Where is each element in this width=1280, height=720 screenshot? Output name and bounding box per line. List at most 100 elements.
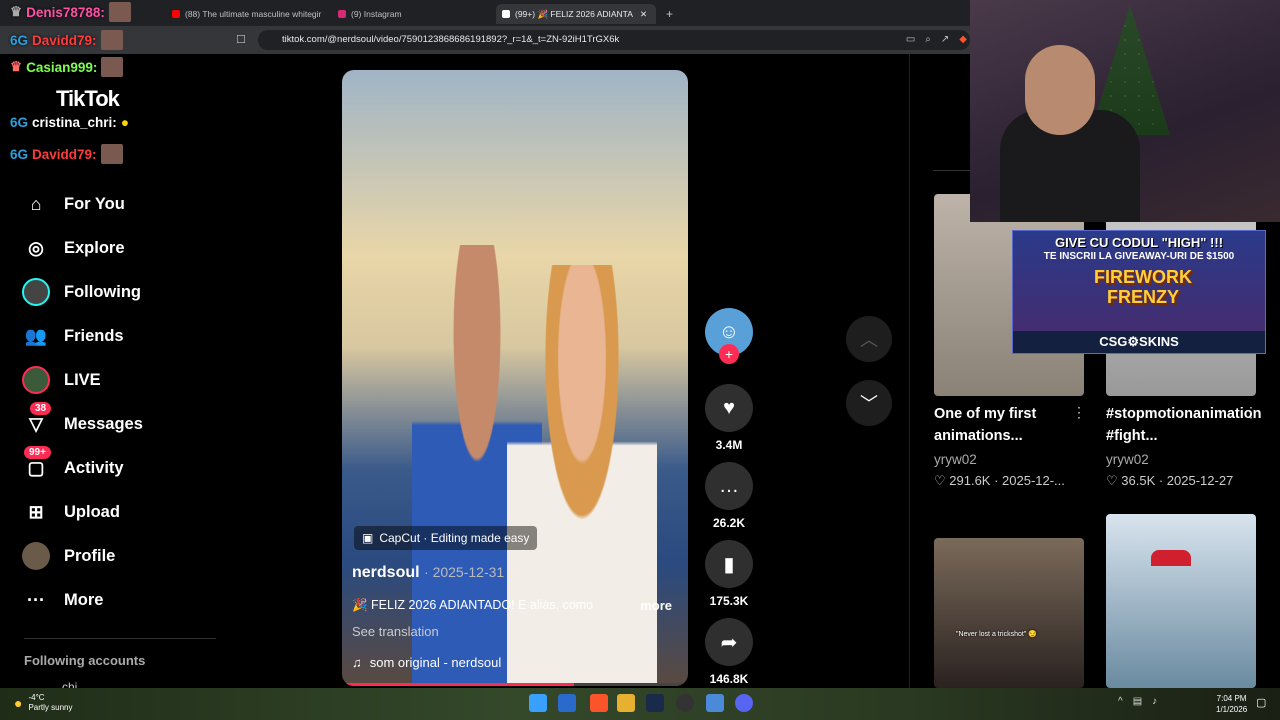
chevron-up-icon[interactable]: ^ <box>1118 696 1123 707</box>
new-tab-button[interactable]: + <box>660 4 679 24</box>
sidebar-item-more[interactable]: ··· More <box>22 586 103 614</box>
close-icon[interactable]: ✕ <box>640 9 647 20</box>
video-thumbnail[interactable]: "Never lost a trickshot" 😏 <box>934 538 1084 688</box>
promo-brand: CSG⚙SKINS <box>1013 331 1265 353</box>
network-icon[interactable]: ▤ <box>1133 696 1142 707</box>
sidebar-item-label: LIVE <box>64 370 101 389</box>
zoom-icon[interactable]: ⌕ <box>925 34 931 45</box>
sidebar-item-following[interactable]: Following <box>22 278 141 306</box>
weather-widget[interactable]: ● -4°C Partly sunny <box>14 693 73 713</box>
share-icon[interactable]: ↗ <box>941 34 949 45</box>
video-description: 🎉 FELIZ 2026 ADIANTADO! E aliás, como mor… <box>352 598 672 613</box>
video-player[interactable]: ▣ CapCut · Editing made easy nerdsoul · 2… <box>342 70 688 686</box>
chat-user: cristina_chri: <box>32 115 117 130</box>
sidebar-item-messages[interactable]: ▽ 38 Messages <box>22 402 143 438</box>
taskbar <box>0 688 1280 720</box>
chat-user: Casian999: <box>26 59 98 75</box>
sidebar-item-label: More <box>64 590 104 609</box>
temperature: -4°C <box>28 693 45 702</box>
tiktok-logo[interactable]: TikTok <box>56 86 120 112</box>
browser-tab-bar: (88) The ultimate masculine whitegir (9)… <box>0 0 975 26</box>
author-name: nerdsoul <box>352 564 420 581</box>
live-avatar <box>22 366 50 394</box>
chat-user: Davidd79: <box>32 146 97 162</box>
notification-icon[interactable]: ▢ <box>1256 696 1266 709</box>
tab-label: (99+) 🎉 FELIZ 2026 ADIANTADO <box>515 8 633 19</box>
chat-user: Denis78788: <box>26 4 105 20</box>
chevron-down-icon: ﹀ <box>860 394 878 414</box>
instagram-icon <box>338 10 346 18</box>
clock[interactable]: 7:04 PM 1/1/2026 <box>1216 693 1247 715</box>
sidebar-item-friends[interactable]: 👥 Friends <box>22 322 124 350</box>
sidebar-item-activity[interactable]: ▢ 99+ Activity <box>22 446 124 482</box>
share-button[interactable]: ➦ 146.8K <box>705 618 753 686</box>
tiktok-icon <box>502 10 510 18</box>
user-icon: ♛ <box>10 59 23 74</box>
video-author[interactable]: yryw02 <box>934 452 977 467</box>
video-thumbnail[interactable] <box>1106 514 1256 688</box>
upload-icon: ⊞ <box>28 501 44 522</box>
capcut-tag[interactable]: ▣ CapCut · Editing made easy <box>354 526 538 550</box>
video-author[interactable]: yryw02 <box>1106 452 1149 467</box>
sidebar-item-explore[interactable]: ◎ Explore <box>22 234 124 262</box>
more-options-icon[interactable]: ⋮ <box>1244 404 1258 421</box>
speaker-icon[interactable]: ♪ <box>1152 696 1157 707</box>
more-button[interactable]: more <box>640 598 672 613</box>
comment-icon: … <box>705 462 753 510</box>
tab-youtube[interactable]: (88) The ultimate masculine whitegir <box>166 4 326 24</box>
tab-tiktok[interactable]: (99+) 🎉 FELIZ 2026 ADIANTADO ✕ <box>496 4 656 24</box>
thumbnail-caption: "Never lost a trickshot" 😏 <box>956 631 1037 638</box>
chat-message: 6G Davidd79: <box>10 144 123 164</box>
author-avatar-button[interactable]: ☺ + <box>705 308 753 364</box>
more-options-icon[interactable]: ⋮ <box>1072 404 1086 421</box>
sidebar-item-label: Profile <box>64 546 116 565</box>
save-button[interactable]: ▮ 175.3K <box>705 540 753 608</box>
youtube-icon <box>172 10 180 18</box>
reader-icon[interactable]: ▭ <box>906 34 915 45</box>
notes-icon[interactable] <box>706 694 724 712</box>
friends-icon: 👥 <box>24 325 48 346</box>
video-title[interactable]: One of my first animations... <box>934 403 1084 447</box>
discord-icon[interactable] <box>735 694 753 712</box>
chat-message: 6G cristina_chri: ● <box>10 115 129 130</box>
chat-emote <box>100 144 123 164</box>
previous-video-button[interactable]: ︿ <box>846 316 892 362</box>
video-progress[interactable] <box>342 683 688 686</box>
weather-desc: Partly sunny <box>28 703 73 712</box>
chat-message: ♛ Denis78788: <box>10 2 131 22</box>
url-input[interactable]: tiktok.com/@nerdsoul/video/7590123868686… <box>258 30 970 50</box>
sidebar-item-live[interactable]: LIVE <box>22 366 101 394</box>
bookmark-icon[interactable]: ☐ <box>236 33 246 46</box>
following-accounts-title: Following accounts <box>24 653 146 668</box>
progress-fill <box>342 683 574 686</box>
steam-icon[interactable] <box>646 694 664 712</box>
explorer-icon[interactable] <box>558 694 576 712</box>
webcam-overlay <box>970 0 1280 222</box>
next-video-button[interactable]: ﹀ <box>846 380 892 426</box>
brave-shield-icon[interactable]: ◆ <box>959 34 967 45</box>
activity-icon: ▢ 99+ <box>22 446 51 482</box>
folder-icon[interactable] <box>617 694 635 712</box>
start-icon[interactable] <box>529 694 547 712</box>
video-title[interactable]: #stopmotionanimation #fight... <box>1106 403 1261 447</box>
sidebar-item-profile[interactable]: Profile <box>22 542 115 570</box>
sidebar-item-upload[interactable]: ⊞ Upload <box>22 498 119 526</box>
chat-message: 6G Davidd79: <box>10 30 123 50</box>
chat-emote <box>100 30 123 50</box>
following-account[interactable]: chi <box>62 680 77 688</box>
save-count: 175.3K <box>709 594 749 608</box>
sidebar-item-for-you[interactable]: ⌂ For You <box>22 190 125 218</box>
see-translation-link[interactable]: See translation <box>352 624 439 639</box>
obs-icon[interactable] <box>676 694 694 712</box>
brave-icon[interactable] <box>590 694 608 712</box>
tab-label: (9) Instagram <box>351 9 402 19</box>
video-author[interactable]: nerdsoul · 2025-12-31 <box>352 564 504 582</box>
comment-button[interactable]: … 26.2K <box>705 462 753 530</box>
capcut-icon: ▣ <box>362 531 374 545</box>
music-link[interactable]: ♫ som original - nerdsoul <box>352 655 501 670</box>
tab-instagram[interactable]: (9) Instagram <box>332 4 492 24</box>
follow-plus-icon[interactable]: + <box>719 344 739 364</box>
bookmark-icon: ▮ <box>705 540 753 588</box>
capcut-label: CapCut · Editing made easy <box>379 531 530 545</box>
like-button[interactable]: ♥ 3.4M <box>705 384 753 452</box>
